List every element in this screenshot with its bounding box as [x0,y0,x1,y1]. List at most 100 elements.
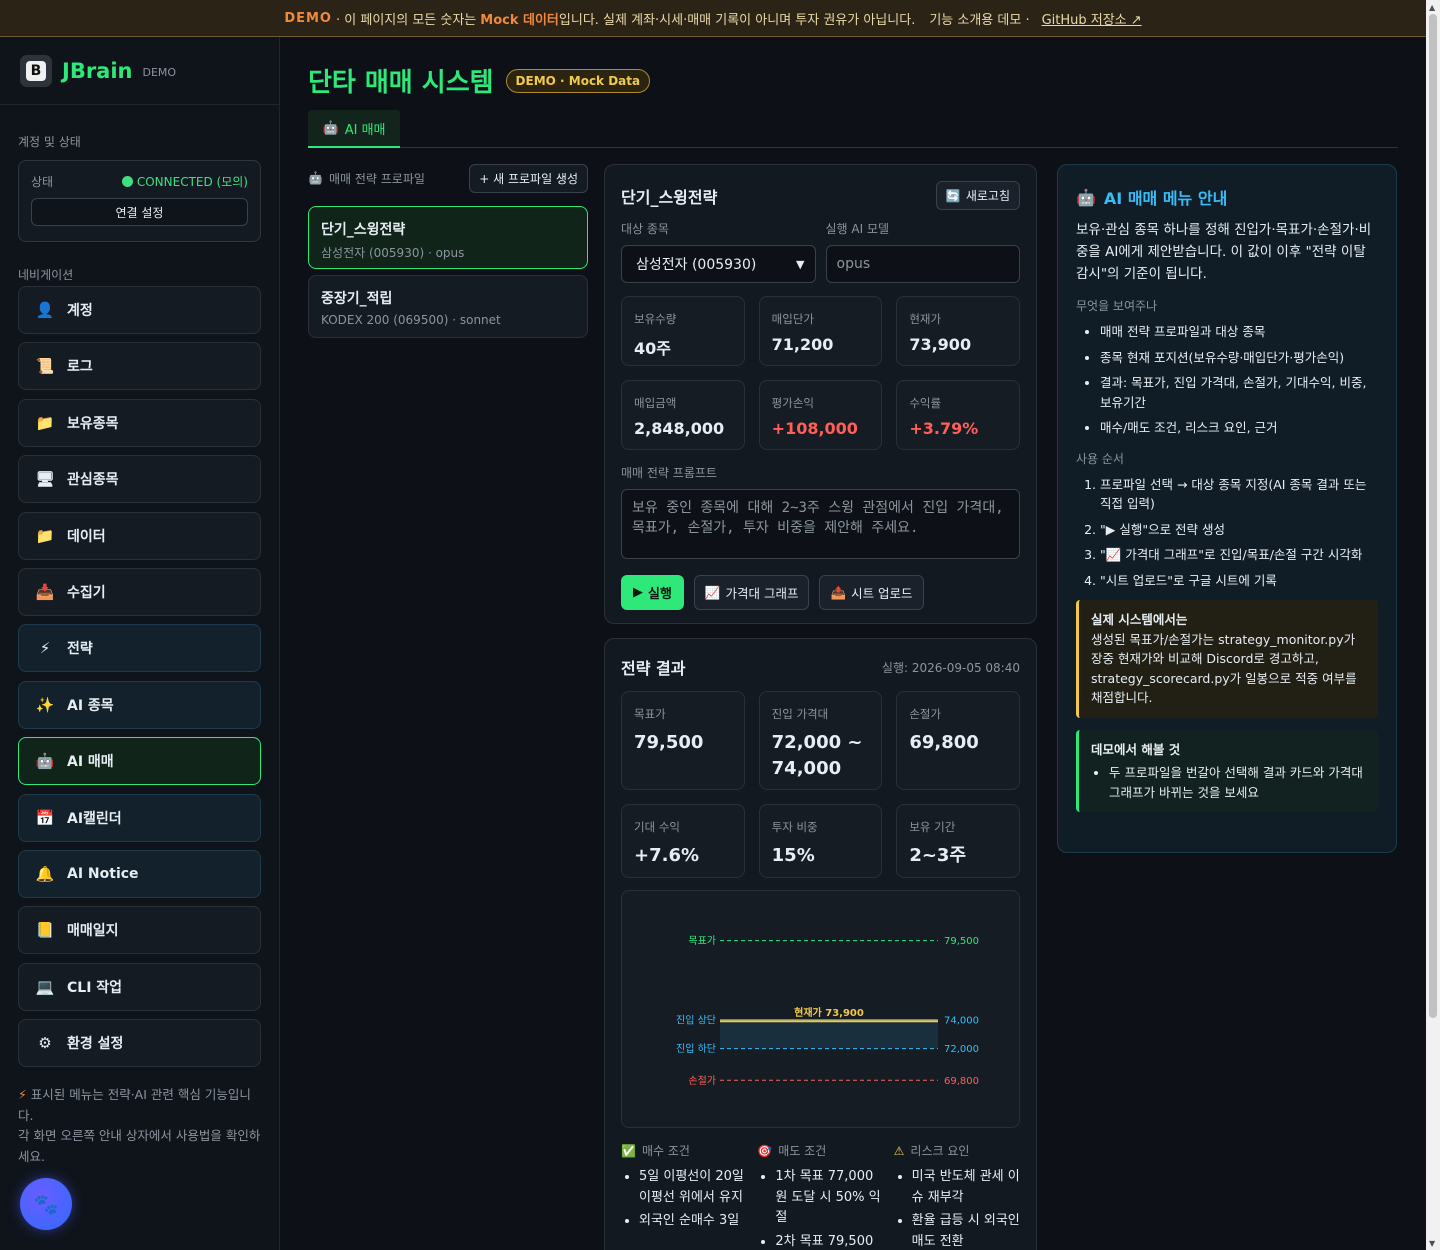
github-link[interactable]: GitHub 저장소 ↗ [1042,9,1142,28]
result-card: 보유 기간 2~3주 [896,804,1020,878]
position-stats: 보유수량 40주 매입단가 71,200 현재가 73,900 매입금액 2,848,0… [621,296,1020,450]
nav-item-ai-trading[interactable]: 🤖 AI 매매 [18,737,261,786]
strategy-title: 단기_스윙전략 [621,187,718,207]
strategy-panel: 단기_스윙전략 🔄 새로고침 대상 종목 삼성전자 (005930) ▼ 실행 AI… [604,164,1037,624]
guide-intro: 보유·관심 종목 하나를 정해 진입가·목표가·손절가·비중을 AI에게 제안받… [1076,222,1372,282]
refresh-button[interactable]: 🔄 새로고침 [935,181,1020,210]
profile-name: 중장기_적립 [321,291,393,307]
profile-name: 단기_스윙전략 [321,222,406,238]
page-header: 단타 매매 시스템 DEMO · Mock Data [308,62,651,99]
robot-icon: 🤖 [1076,187,1096,207]
nav-item-holdings[interactable]: 📁 보유종목 [18,398,261,447]
nav-label: 보유종목 [67,415,119,432]
guide-what-list: 매매 전략 프로파일과 대상 종목 종목 현재 포지션(보유수량·매입단가·평가… [1076,322,1378,438]
nav-label: 매매일지 [67,923,119,940]
chevron-down-icon: ▼ [796,257,805,271]
folder-icon: 📁 [35,526,55,545]
folder-icon: 📁 [35,413,55,432]
profile-card[interactable]: 단기_스윙전략 삼성전자 (005930) · opus [308,206,588,269]
nav-item-journal[interactable]: 📒 매매일지 [18,906,261,955]
scrollbar-thumb[interactable] [1429,14,1437,1018]
result-card: 투자 비중 15% [758,804,883,878]
level-value-label: 74,000 [944,1015,979,1026]
list-item: 프로파일 선택 → 대상 종목 지정(AI 종목 결과 또는 직접 입력) [1100,475,1378,514]
account-section-label: 계정 및 상태 [18,135,81,149]
demo-badge: DEMO · Mock Data [505,68,651,93]
nav-label: AI 종목 [67,697,114,714]
demo-banner: DEMO · 이 페이지의 모든 숫자는 Mock 데이터 입니다. 실제 계좌·… [0,0,1426,37]
banner-text-2: 입니다. 실제 계좌·시세·매매 기록이 아니며 투자 권유가 아닙니다. [558,12,916,28]
list-item: 외국인 순매수 3일 [639,1211,747,1232]
lightning-icon: ⚡ [18,1087,27,1102]
nav-item-watchlist[interactable]: 🖥 관심종목 [18,455,261,504]
nav-label: 환경 설정 [67,1036,124,1053]
nav-label: 관심종목 [67,472,119,489]
notebook-icon: 📒 [35,921,55,940]
banner-text-3: 기능 소개용 데모 · [929,12,1030,28]
profile-card[interactable]: 중장기_적립 KODEX 200 (069500) · sonnet [308,275,588,338]
level-label: 목표가 [688,935,716,947]
scroll-up-icon[interactable]: ▲ [1429,3,1435,12]
list-item: 1차 목표 77,000원 도달 시 50% 익절 [775,1167,883,1229]
level-value-label: 69,800 [944,1076,979,1087]
callout-title: 실제 시스템에서는 [1091,612,1188,627]
robot-icon: 🤖 [322,120,339,136]
banner-demo-label: DEMO [284,10,332,26]
page-title: 단타 매매 시스템 [308,68,494,98]
list-item: 2차 목표 79,500 [775,1232,883,1250]
run-button[interactable]: ▶ 실행 [621,575,684,610]
nav-label: 전략 [67,641,93,658]
profile-list-label: 🤖 매매 전략 프로파일 [308,171,425,186]
brand-demo-tag: DEMO [142,66,177,79]
target-stock-select[interactable]: 삼성전자 (005930) ▼ [621,245,816,283]
nav-item-cli[interactable]: 💻 CLI 작업 [18,962,261,1011]
nav-item-strategy[interactable]: ⚡ 전략 [18,624,261,673]
guide-panel: 🤖 AI 매매 메뉴 안내 보유·관심 종목 하나를 정해 진입가·목표가·손절가… [1057,164,1397,853]
nav-item-data[interactable]: 📁 데이터 [18,511,261,560]
nav-section-label: 네비게이션 [18,268,74,282]
target-label: 대상 종목 [621,222,669,236]
nav-item-ai-calendar[interactable]: 📅 AI캘린더 [18,793,261,842]
nav-label: AI캘린더 [67,810,122,827]
buy-title: 매수 조건 [641,1144,690,1158]
result-title: 전략 결과 [621,659,686,678]
callout-text: 생성된 목표가/손절가는 strategy_monitor.py가 장중 현재가… [1091,631,1357,706]
list-item: 매수/매도 조건, 리스크 요인, 근거 [1100,418,1378,438]
sheet-upload-button[interactable]: 📤 시트 업로드 [819,575,924,610]
nav-item-ai-stocks[interactable]: ✨ AI 종목 [18,680,261,729]
nav-item-log[interactable]: 📜 로그 [18,342,261,391]
profile-sub: 삼성전자 (005930) · opus [321,246,465,260]
warning-icon: ⚠ [893,1143,905,1158]
nav-item-collector[interactable]: 📥 수집기 [18,567,261,616]
list-item: 두 프로파일을 번갈아 선택해 결과 카드와 가격대 그래프가 바뀌는 것을 보… [1109,763,1366,802]
brand-name: JBrain [62,58,133,83]
new-profile-button[interactable]: + 새 프로파일 생성 [469,163,588,193]
list-item: "시트 업로드"로 구글 시트에 기록 [1100,571,1378,591]
sidebar: B JBrain DEMO 계정 및 상태 상태 CONNECTED (모의) … [0,37,280,1250]
nav-item-settings[interactable]: ⚙ 환경 설정 [18,1019,261,1068]
nav-label: CLI 작업 [67,979,123,996]
laptop-icon: 💻 [35,977,55,996]
assistant-fab-button[interactable]: 🐾 [20,1178,72,1230]
tab-ai-trading[interactable]: 🤖 AI 매매 [308,110,400,148]
connection-settings-button[interactable]: 연결 설정 [31,198,248,226]
ai-model-input[interactable]: opus [825,245,1020,283]
real-system-callout: 실제 시스템에서는 생성된 목표가/손절가는 strategy_monitor.… [1076,600,1378,718]
nav-item-account[interactable]: 👤 계정 [18,286,261,334]
nav-item-ai-notice[interactable]: 🔔 AI Notice [18,849,261,898]
strategy-prompt-textarea[interactable]: 보유 중인 종목에 대해 2~3주 스윙 관점에서 진입 가격대, 목표가, 손… [621,489,1020,559]
refresh-icon: 🔄 [945,188,961,203]
nav-label: 수집기 [67,584,106,601]
risk-title: 리스크 요인 [910,1144,970,1158]
brand: B JBrain DEMO [0,37,279,105]
monitor-icon: 🖥 [35,470,55,489]
scroll-down-icon[interactable]: ▼ [1429,1239,1435,1248]
price-range-chart: 목표가 79,500 진입 상단 74,000 진입 하단 72,000 손절가 69,800… [621,890,1020,1128]
price-chart-button[interactable]: 📈 가격대 그래프 [693,575,810,610]
chart-icon: 📈 [704,584,721,600]
page-scrollbar[interactable]: ▲ ▼ [1426,0,1440,1250]
sidebar-note: ⚡ 표시된 메뉴는 전략·AI 관련 핵심 기능입니다. 각 화면 오른쪽 안내… [18,1085,263,1167]
list-item: 5일 이평선이 20일 이평선 위에서 유지 [639,1167,747,1208]
tab-label: AI 매매 [344,122,386,138]
list-item: 종목 현재 포지션(보유수량·매입단가·평가손익) [1100,348,1378,368]
